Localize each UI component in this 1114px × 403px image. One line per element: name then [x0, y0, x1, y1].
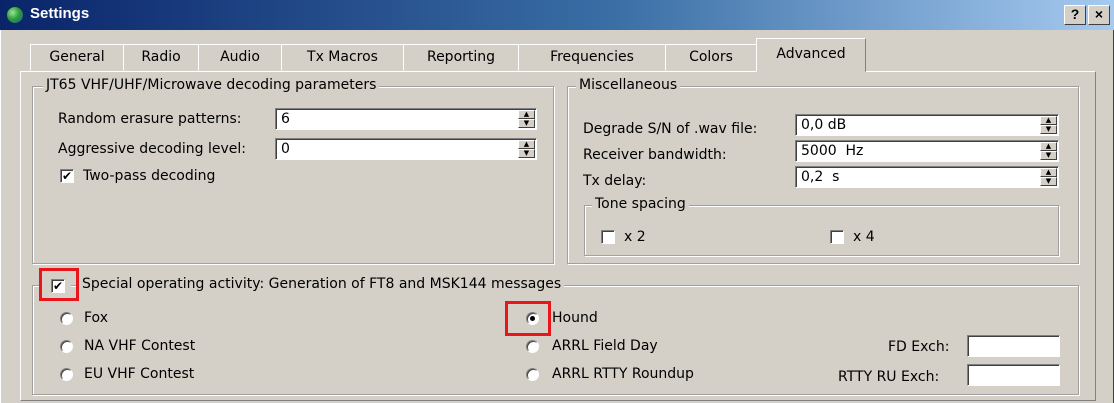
- tab-audio[interactable]: Audio: [198, 44, 282, 71]
- receiver-bandwidth-spin-arrows[interactable]: ▲ ▼: [1040, 142, 1057, 160]
- radio-na-vhf-contest[interactable]: [60, 340, 73, 353]
- tab-general[interactable]: General: [30, 44, 124, 71]
- jt65-group-title: JT65 VHF/UHF/Microwave decoding paramete…: [43, 77, 380, 93]
- two-pass-label: Two-pass decoding: [83, 168, 216, 184]
- receiver-bandwidth-spinbox[interactable]: 5000 Hz ▲ ▼: [795, 140, 1059, 162]
- degrade-sn-label: Degrade S/N of .wav file:: [583, 121, 758, 137]
- misc-group-title: Miscellaneous: [576, 77, 681, 93]
- degrade-sn-value: 0,0 dB: [801, 117, 847, 133]
- random-erasure-spin-arrows[interactable]: ▲ ▼: [518, 110, 535, 128]
- radio-arrl-field-day-label: ARRL Field Day: [552, 338, 658, 354]
- two-pass-checkbox[interactable]: ✔: [60, 169, 74, 183]
- special-activity-title: Special operating activity: Generation o…: [79, 276, 565, 292]
- tone-x4-checkbox[interactable]: [830, 230, 844, 244]
- rtty-ru-exch-label: RTTY RU Exch:: [838, 369, 940, 385]
- aggressive-decoding-spin-arrows[interactable]: ▲ ▼: [518, 140, 535, 158]
- help-button[interactable]: ?: [1064, 5, 1086, 25]
- fd-exch-input[interactable]: [967, 335, 1060, 357]
- aggressive-decoding-value: 0: [281, 141, 290, 157]
- tab-radio[interactable]: Radio: [123, 44, 199, 71]
- tx-delay-spinbox[interactable]: 0,2 s ▲ ▼: [795, 166, 1059, 188]
- spin-up-icon[interactable]: ▲: [518, 110, 535, 119]
- tab-tx-macros[interactable]: Tx Macros: [281, 44, 404, 71]
- receiver-bandwidth-value: 5000 Hz: [801, 143, 864, 159]
- spin-down-icon[interactable]: ▼: [518, 119, 535, 128]
- title-bar: Settings ? ×: [0, 0, 1114, 30]
- receiver-bandwidth-label: Receiver bandwidth:: [583, 147, 727, 163]
- tab-colors[interactable]: Colors: [665, 44, 757, 71]
- tab-frequencies[interactable]: Frequencies: [518, 44, 666, 71]
- aggressive-decoding-label: Aggressive decoding level:: [58, 141, 246, 157]
- window-frame-right: [1110, 30, 1114, 403]
- tx-delay-label: Tx delay:: [583, 173, 647, 189]
- spin-up-icon[interactable]: ▲: [1040, 116, 1057, 125]
- radio-hound-label: Hound: [552, 310, 598, 326]
- fd-exch-label: FD Exch:: [888, 339, 950, 355]
- radio-eu-vhf-contest-label: EU VHF Contest: [84, 366, 195, 382]
- degrade-sn-spin-arrows[interactable]: ▲ ▼: [1040, 116, 1057, 134]
- tone-x2-label: x 2: [624, 229, 646, 245]
- tx-delay-value: 0,2 s: [801, 169, 840, 185]
- window-frame-left: [0, 30, 4, 403]
- random-erasure-label: Random erasure patterns:: [58, 111, 242, 127]
- window-title: Settings: [30, 5, 90, 22]
- highlight-box-checkbox: [39, 268, 79, 301]
- radio-fox-label: Fox: [84, 310, 108, 326]
- tab-advanced[interactable]: Advanced: [756, 38, 866, 72]
- highlight-box-hound: [505, 301, 551, 336]
- tone-spacing-group: [584, 205, 1059, 256]
- tx-delay-spin-arrows[interactable]: ▲ ▼: [1040, 168, 1057, 186]
- spin-down-icon[interactable]: ▼: [1040, 177, 1057, 186]
- radio-arrl-rtty-roundup[interactable]: [526, 368, 539, 381]
- spin-down-icon[interactable]: ▼: [518, 149, 535, 158]
- tone-x2-checkbox[interactable]: [601, 230, 615, 244]
- app-globe-icon: [6, 6, 24, 24]
- spin-up-icon[interactable]: ▲: [1040, 142, 1057, 151]
- tone-x4-label: x 4: [853, 229, 875, 245]
- spin-up-icon[interactable]: ▲: [518, 140, 535, 149]
- random-erasure-spinbox[interactable]: 6 ▲ ▼: [275, 108, 537, 130]
- rtty-ru-exch-input[interactable]: [967, 364, 1060, 386]
- close-button[interactable]: ×: [1088, 5, 1110, 25]
- radio-arrl-field-day[interactable]: [526, 340, 539, 353]
- spin-down-icon[interactable]: ▼: [1040, 151, 1057, 160]
- random-erasure-value: 6: [281, 111, 290, 127]
- radio-eu-vhf-contest[interactable]: [60, 368, 73, 381]
- radio-na-vhf-contest-label: NA VHF Contest: [84, 338, 196, 354]
- spin-up-icon[interactable]: ▲: [1040, 168, 1057, 177]
- spin-down-icon[interactable]: ▼: [1040, 125, 1057, 134]
- tab-reporting[interactable]: Reporting: [403, 44, 519, 71]
- tone-spacing-title: Tone spacing: [592, 196, 689, 212]
- radio-arrl-rtty-roundup-label: ARRL RTTY Roundup: [552, 366, 694, 382]
- degrade-sn-spinbox[interactable]: 0,0 dB ▲ ▼: [795, 114, 1059, 136]
- aggressive-decoding-spinbox[interactable]: 0 ▲ ▼: [275, 138, 537, 160]
- radio-fox[interactable]: [60, 312, 73, 325]
